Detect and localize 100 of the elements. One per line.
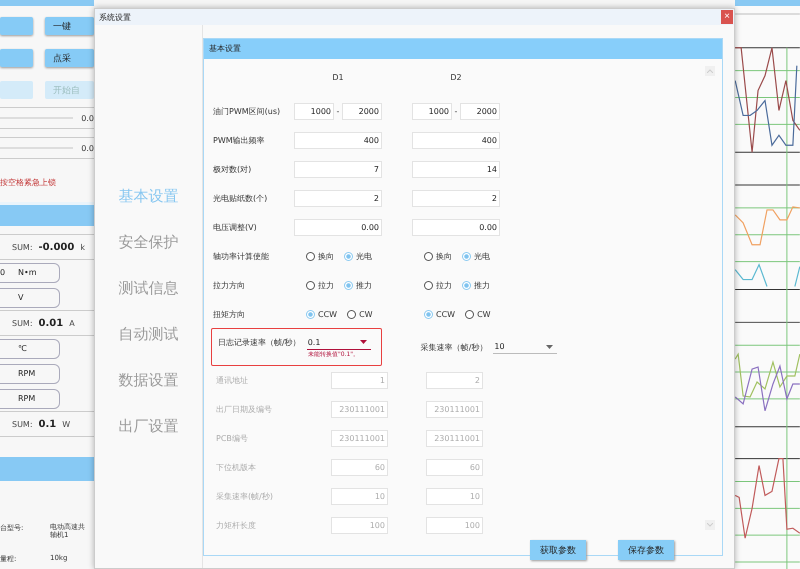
unit-label: N•m [18, 268, 36, 277]
sum-value: 0.01 [38, 318, 64, 328]
scroll-down-icon[interactable] [705, 520, 715, 530]
input-field[interactable]: 2000 [460, 103, 500, 120]
field-label: 采集速率(帧/秒) [216, 491, 274, 502]
radio-button[interactable] [424, 281, 433, 290]
unit-label: RPM [18, 394, 36, 403]
radio-label: 换向 [318, 251, 334, 262]
radio-label: 推力 [474, 280, 490, 291]
unit-label: W [62, 420, 70, 428]
value-field[interactable]: ℃ [0, 338, 60, 358]
sum-value: -0.000 [38, 242, 74, 252]
column-header: D1 [331, 73, 345, 82]
field-label: 电压调整(V) [213, 222, 258, 233]
unit-label: ℃ [18, 344, 27, 353]
unit-label: RPM [18, 369, 36, 378]
field-label: 采集速率（帧/秒） [420, 342, 488, 352]
column-header: D2 [449, 73, 463, 82]
field-label: 油门PWM区间(us) [213, 106, 282, 117]
dropdown-value: 0.1 [308, 338, 320, 346]
unit-label: k [80, 242, 85, 252]
value-field[interactable]: RPM [0, 388, 60, 408]
dropdown[interactable]: 0.1 [306, 336, 371, 350]
window-title: 系统设置 [99, 12, 131, 22]
sum-label: SUM: [12, 420, 33, 428]
input-field[interactable]: 0.00 [412, 219, 500, 236]
button[interactable] [0, 17, 33, 35]
button[interactable] [0, 49, 33, 67]
input-field[interactable]: 1000 [412, 103, 452, 120]
radio-label: 拉力 [318, 280, 334, 291]
title-bar [735, 0, 800, 6]
radio-button[interactable] [465, 310, 474, 319]
radio-button[interactable] [424, 252, 433, 261]
chart-line [735, 206, 800, 246]
button[interactable] [0, 81, 33, 99]
radio-button[interactable] [347, 310, 356, 319]
radio-label: CW [359, 310, 373, 319]
input-field[interactable]: 14 [412, 161, 500, 178]
radio-button[interactable] [306, 252, 315, 261]
chart-line [735, 352, 800, 398]
radio-button[interactable] [424, 310, 433, 319]
field-label: PWM输出频率 [213, 135, 266, 146]
radio-button[interactable] [462, 252, 471, 261]
caret-icon [546, 344, 554, 348]
field-label: PCB编号 [216, 433, 249, 444]
radio-button[interactable] [344, 281, 353, 290]
input-field[interactable]: 2 [412, 190, 500, 207]
radio-button[interactable] [306, 281, 315, 290]
panel-header: 基本设置 [204, 39, 722, 59]
input-field[interactable]: 400 [294, 132, 382, 149]
radio-label: 光电 [474, 251, 490, 262]
sum-label: SUM: [12, 318, 33, 328]
radio-label: CW [477, 310, 491, 319]
button[interactable]: 保存参数 [618, 540, 674, 560]
value-field[interactable]: V [0, 288, 60, 308]
field-label: 拉力方向 [213, 280, 246, 291]
radio-label: 换向 [436, 251, 452, 262]
slider-reading: 0.0 [81, 114, 94, 122]
input-field[interactable]: 1000 [294, 103, 334, 120]
radio-label: 拉力 [436, 280, 452, 291]
field-label: 光电贴纸数(个) [213, 193, 268, 204]
sum-label: SUM: [12, 242, 33, 252]
input-field[interactable]: 2000 [342, 103, 382, 120]
radio-button[interactable] [344, 252, 353, 261]
slider-reading: 0.0 [81, 144, 94, 152]
button[interactable]: 一键 [45, 17, 94, 35]
unit-label: V [18, 293, 24, 302]
value-field[interactable]: 0 N•m [0, 262, 60, 282]
range-separator: - [454, 107, 458, 116]
scroll-up-icon[interactable] [705, 66, 715, 76]
radio-button[interactable] [462, 281, 471, 290]
field-label: 力矩杆长度 [216, 520, 257, 531]
radio-label: 推力 [356, 280, 372, 291]
chart-line [735, 263, 768, 287]
radio-button[interactable] [306, 310, 315, 319]
radio-label: 光电 [356, 251, 372, 262]
unit-label: A [69, 318, 75, 328]
field-label: 通讯地址 [216, 375, 249, 386]
caret-icon [360, 340, 367, 344]
field-label: 出厂日期及编号 [216, 404, 273, 415]
chart-line [735, 364, 800, 412]
field-label: 极对数(对) [213, 164, 252, 175]
dropdown-value: 10 [494, 342, 505, 351]
range-separator: - [336, 107, 340, 116]
input-field[interactable]: 7 [294, 161, 382, 178]
input-field[interactable]: 0.00 [294, 219, 382, 236]
field-label: 扭矩方向 [213, 309, 246, 320]
field-label: 日志记录速率（帧/秒） [218, 337, 301, 348]
input-field[interactable]: 2 [294, 190, 382, 207]
value-field[interactable]: RPM [0, 364, 60, 384]
field-label: 下位机版本 [216, 462, 257, 473]
warning-text: 按空格紧急上锁 [0, 177, 57, 188]
button[interactable]: 获取参数 [530, 540, 586, 560]
field-value: 0 [0, 268, 6, 277]
button[interactable]: 点采 [45, 49, 94, 67]
dropdown[interactable]: 10 [493, 340, 558, 354]
sum-value: 0.1 [38, 418, 56, 430]
chart-line [794, 266, 800, 287]
close-button[interactable]: × [721, 10, 733, 24]
input-field[interactable]: 400 [412, 132, 500, 149]
